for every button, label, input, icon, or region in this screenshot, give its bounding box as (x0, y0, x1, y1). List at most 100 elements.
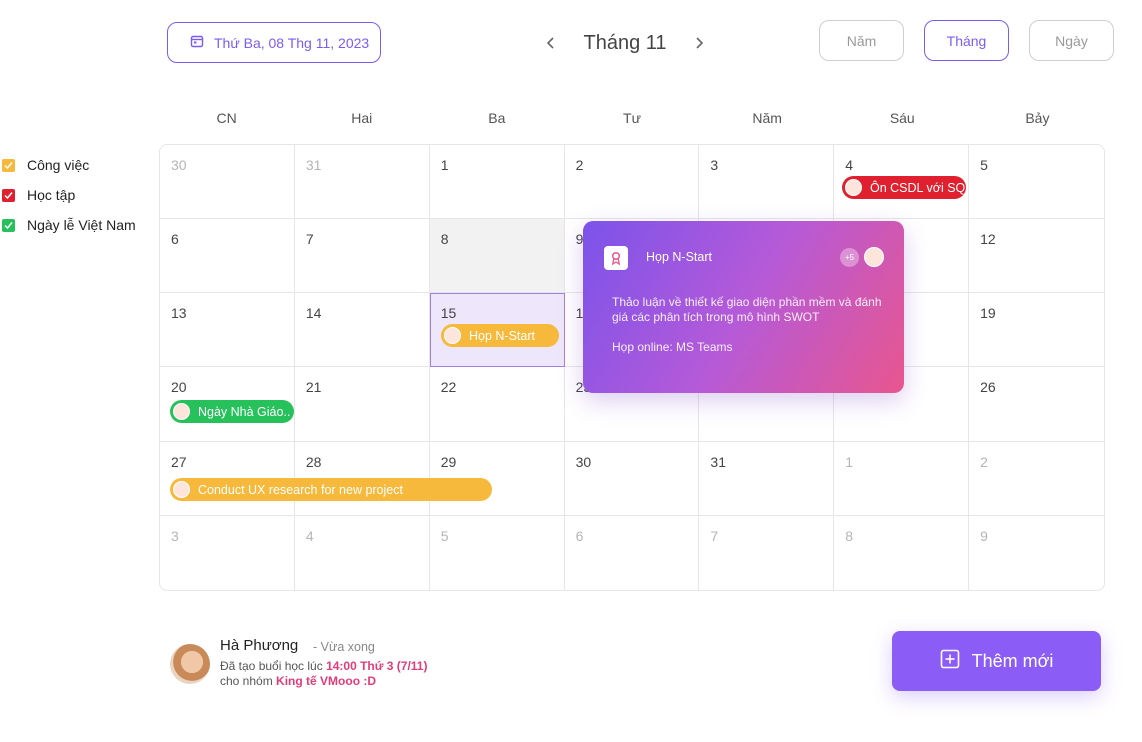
add-new-button[interactable]: Thêm mới (892, 631, 1101, 691)
day-number: 3 (171, 527, 179, 544)
day-cell[interactable]: 2 (564, 145, 700, 220)
day-number: 2 (980, 453, 988, 470)
month-title: Tháng 11 (583, 31, 667, 54)
event-popup[interactable]: Họp N-Start +5 Thảo luận về thiết kế gia… (583, 221, 904, 393)
day-number: 30 (575, 453, 592, 470)
text-part: Đã tạo buổi học lúc (220, 659, 327, 673)
day-number: 22 (440, 379, 457, 396)
category-legend: Công việc Học tập Ngày lễ Việt Nam (2, 150, 136, 240)
day-cell[interactable]: 6 (565, 515, 700, 590)
day-cell[interactable]: 7 (699, 515, 835, 590)
avatar (444, 327, 461, 344)
popup-location: Họp online: MS Teams (612, 340, 733, 354)
day-cell[interactable]: 2 (969, 442, 1104, 516)
day-number: 5 (980, 157, 988, 173)
day-number: 19 (980, 305, 996, 322)
weekday-label: Sáu (889, 110, 915, 126)
day-cell[interactable]: 5 (430, 515, 565, 590)
day-cell[interactable]: 8 (429, 219, 565, 294)
day-number: 20 (171, 379, 187, 396)
legend-item-holiday[interactable]: Ngày lễ Việt Nam (2, 210, 136, 240)
text-part: cho nhóm (220, 674, 277, 688)
highlight-group: King tế VMooo :D (276, 674, 377, 688)
day-number: 6 (575, 527, 584, 544)
day-cell[interactable]: 30 (564, 441, 700, 516)
event-chip-ngay-nha-giao[interactable]: Ngày Nhà Giáo.. (170, 400, 294, 423)
day-number: 31 (710, 453, 726, 470)
day-cell[interactable]: 1 (429, 145, 565, 220)
day-cell[interactable]: 3 (160, 515, 295, 590)
weekday-label: Năm (752, 110, 782, 126)
day-number: 9 (980, 527, 988, 544)
day-cell[interactable]: 9 (969, 516, 1104, 590)
day-number: 29 (440, 453, 457, 470)
day-cell[interactable]: 26 (969, 367, 1104, 442)
checkbox-icon[interactable] (2, 188, 15, 202)
day-number: 26 (980, 379, 996, 396)
day-cell[interactable]: 22 (429, 367, 565, 442)
highlight-time: 14:00 Thứ 3 (7/11) (326, 659, 428, 673)
day-cell[interactable]: 12 (969, 219, 1104, 294)
avatar (173, 481, 190, 498)
legend-item-work[interactable]: Công việc (2, 150, 136, 180)
event-chip-ux-research[interactable]: Conduct UX research for new project (170, 478, 492, 501)
weekday-label: Hai (351, 110, 373, 126)
day-cell[interactable]: 1 (834, 441, 970, 516)
day-number: 7 (305, 231, 314, 248)
day-number: 28 (305, 453, 322, 470)
day-cell[interactable]: 13 (160, 293, 295, 368)
day-cell[interactable]: 3 (699, 145, 835, 220)
plus-square-icon (940, 649, 960, 674)
day-number: 1 (440, 157, 449, 173)
day-cell[interactable]: 7 (294, 219, 430, 294)
day-cell[interactable]: 6 (160, 219, 295, 294)
chevron-right-icon[interactable] (688, 32, 710, 54)
user-name: Hà Phương (220, 637, 299, 654)
day-number: 8 (440, 231, 449, 248)
date-picker-button[interactable]: Thứ Ba, 08 Thg 11, 2023 (167, 22, 381, 63)
event-chip-hop-nstart[interactable]: Họp N-Start (441, 324, 559, 347)
day-cell[interactable]: 5 (969, 145, 1104, 220)
day-number: 15 (440, 305, 457, 322)
legend-label: Học tập (27, 187, 76, 203)
notification-text: Đã tạo buổi học lúc 14:00 Thứ 3 (7/11) c… (220, 659, 430, 689)
event-label: Họp N-Start (469, 328, 535, 343)
avatar (864, 247, 884, 267)
day-number: 4 (845, 157, 854, 173)
day-cell[interactable]: 21 (294, 367, 430, 442)
legend-item-study[interactable]: Học tập (2, 180, 136, 210)
weekday-label: Bảy (1025, 110, 1050, 126)
view-year-button[interactable]: Năm (819, 20, 904, 61)
calendar-icon (190, 34, 204, 51)
day-cell[interactable]: 30 (160, 145, 295, 220)
checkbox-icon[interactable] (2, 158, 15, 172)
event-label: Ôn CSDL với SQL (870, 180, 966, 195)
day-number: 1 (845, 453, 854, 470)
legend-label: Ngày lễ Việt Nam (27, 217, 136, 233)
day-cell[interactable]: 31 (294, 145, 430, 220)
day-number: 4 (305, 527, 314, 544)
view-day-button[interactable]: Ngày (1029, 20, 1114, 61)
event-label: Ngày Nhà Giáo.. (198, 404, 291, 419)
date-label: Thứ Ba, 08 Thg 11, 2023 (214, 34, 370, 51)
day-number: 31 (305, 157, 322, 173)
day-number: 12 (980, 231, 996, 248)
day-cell[interactable]: 19 (969, 293, 1104, 368)
day-cell[interactable]: 8 (834, 515, 970, 590)
day-cell[interactable]: 14 (294, 293, 430, 368)
day-number: 3 (710, 157, 719, 173)
day-number: 5 (440, 527, 449, 544)
day-number: 27 (171, 453, 187, 470)
day-cell[interactable]: 4 (295, 515, 430, 590)
event-chip-on-csdl[interactable]: Ôn CSDL với SQL (842, 176, 966, 199)
chevron-left-icon[interactable] (540, 32, 562, 54)
weekday-header: CN Hai Ba Tư Năm Sáu Bảy (159, 110, 1105, 126)
day-cell[interactable]: 31 (699, 441, 835, 516)
view-month-button[interactable]: Tháng (924, 20, 1009, 61)
avatar (170, 644, 210, 684)
checkbox-icon[interactable] (2, 218, 15, 232)
avatar (845, 179, 862, 196)
weekday-label: Tư (623, 110, 641, 126)
day-number: 21 (305, 379, 322, 396)
attendee-count: +5 (840, 248, 859, 267)
